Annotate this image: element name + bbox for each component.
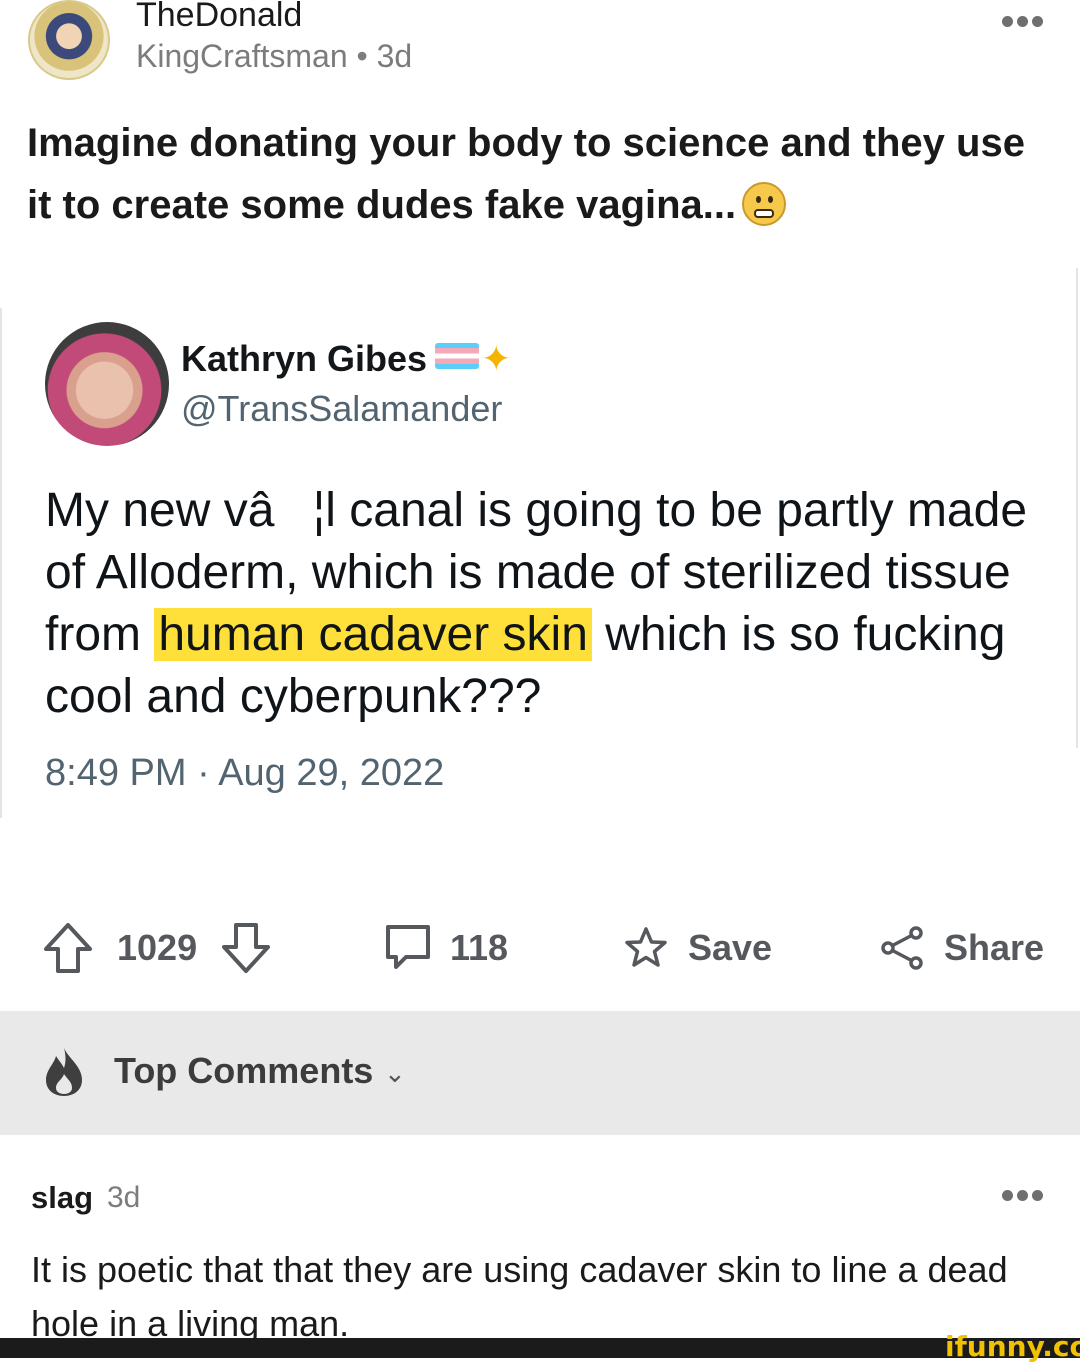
upvote-button[interactable]	[42, 918, 94, 978]
watermark-bar	[0, 1338, 1080, 1358]
share-label: Share	[944, 927, 1045, 968]
post-title-text: Imagine donating your body to science an…	[27, 121, 1025, 227]
save-label: Save	[688, 927, 773, 968]
comments-button[interactable]: 118	[384, 918, 508, 978]
tweet-timestamp: 8:49 PM · Aug 29, 2022	[45, 752, 445, 794]
tweet-text: My new vâ¦l canal is going to be partly…	[45, 480, 1035, 728]
meta-separator: •	[356, 38, 368, 74]
chevron-down-icon[interactable]: ⌄	[384, 1058, 406, 1089]
tweet-highlight: human cadaver skin	[154, 608, 592, 661]
tweet-handle: @TransSalamander	[181, 388, 503, 429]
post-action-bar: 1029 118 Save Share	[0, 918, 1080, 982]
tweet-author-avatar	[45, 322, 169, 446]
trans-flag-icon	[435, 343, 480, 369]
comment-count: 118	[450, 927, 509, 968]
watermark-logo: ifunny.co	[945, 1330, 1080, 1363]
downvote-button[interactable]	[220, 918, 272, 978]
flame-icon	[46, 1048, 82, 1096]
tweet-author-name: Kathryn Gibes ✦	[181, 338, 511, 380]
star-icon	[625, 927, 667, 967]
save-button[interactable]: Save	[624, 918, 772, 978]
post-meta: KingCraftsman • 3d	[136, 38, 412, 75]
upvote-icon	[44, 923, 92, 973]
comment-icon	[386, 925, 430, 969]
post-title[interactable]: Imagine donating your body to science an…	[27, 112, 1057, 236]
subreddit-name[interactable]: TheDonald	[136, 0, 302, 35]
share-button[interactable]: Share	[880, 918, 1044, 978]
comment-more-dots-icon[interactable]	[1002, 1188, 1047, 1206]
subreddit-avatar[interactable]	[28, 0, 110, 80]
tweet-image-border	[1076, 268, 1078, 748]
vote-score: 1029	[117, 927, 198, 968]
comment-body: It is poetic that that they are using ca…	[31, 1249, 1008, 1344]
author-name[interactable]: KingCraftsman	[136, 38, 348, 74]
tweet-author-name-text: Kathryn Gibes	[181, 338, 428, 379]
downvote-icon	[222, 923, 270, 973]
share-icon	[881, 926, 923, 970]
sparkle-icon: ✦	[481, 338, 512, 379]
comment-author[interactable]: slag	[31, 1180, 93, 1216]
sort-label[interactable]: Top Comments	[114, 1050, 373, 1092]
tweet-image-border	[0, 308, 2, 818]
post-more-dots-icon[interactable]	[1002, 14, 1047, 32]
comment-age: 3d	[107, 1181, 141, 1214]
post-age: 3d	[376, 38, 413, 74]
grimace-emoji-icon	[742, 182, 787, 226]
